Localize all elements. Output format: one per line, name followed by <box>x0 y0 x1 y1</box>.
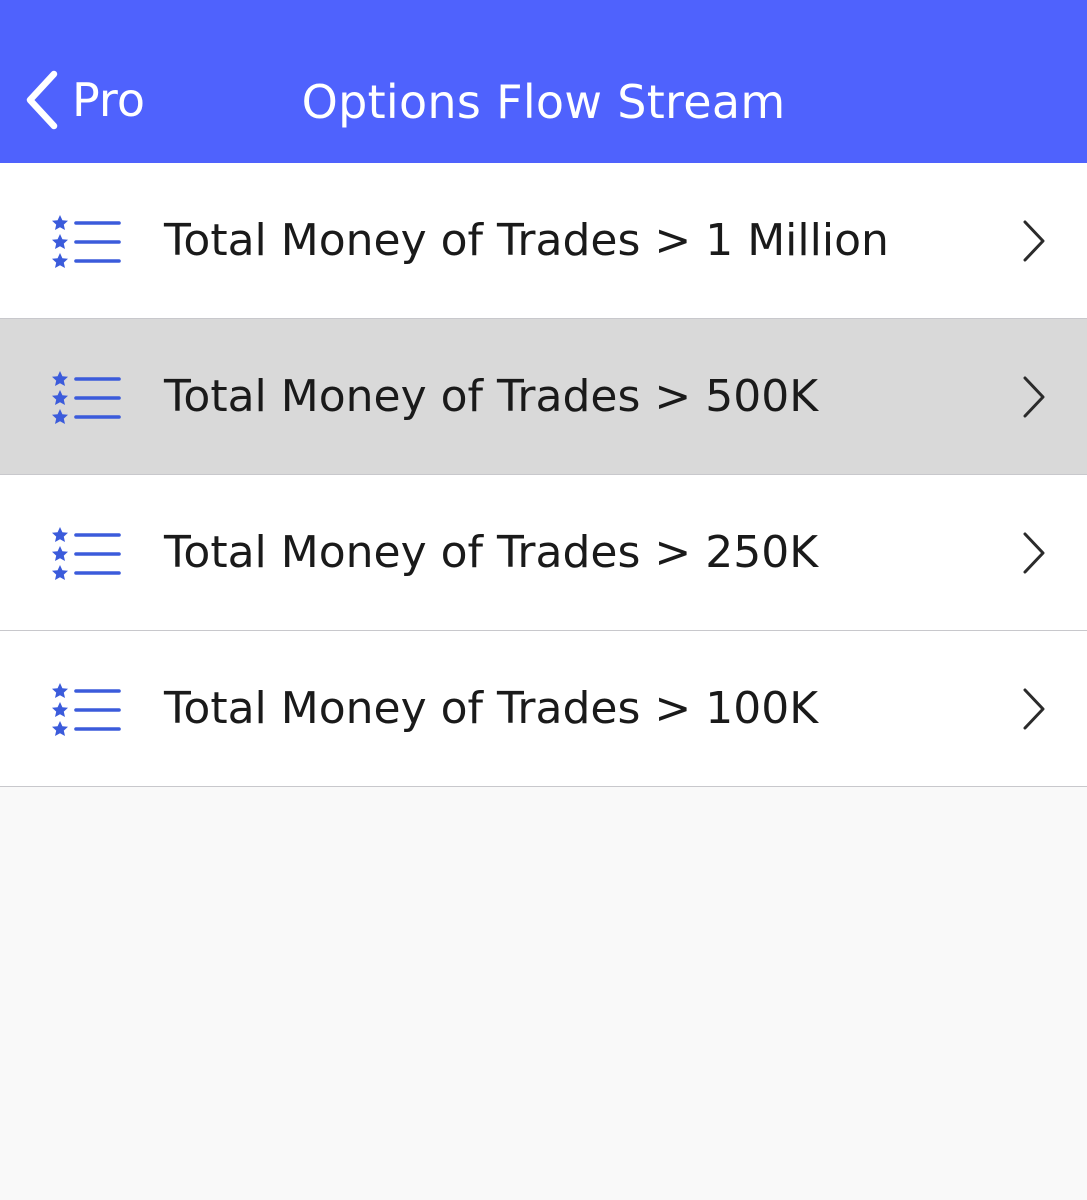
list-item-500k[interactable]: Total Money of Trades > 500K <box>0 319 1087 475</box>
starred-list-icon <box>50 681 122 737</box>
list-item-100k[interactable]: Total Money of Trades > 100K <box>0 631 1087 787</box>
starred-list-icon <box>50 525 122 581</box>
list-item-250k[interactable]: Total Money of Trades > 250K <box>0 475 1087 631</box>
starred-list-icon <box>50 369 122 425</box>
chevron-right-icon <box>1021 375 1047 419</box>
filter-list: Total Money of Trades > 1 Million Total … <box>0 163 1087 787</box>
chevron-right-icon <box>1021 687 1047 731</box>
list-item-label: Total Money of Trades > 500K <box>164 371 819 422</box>
navigation-bar: Pro Options Flow Stream <box>0 0 1087 163</box>
list-item-label: Total Money of Trades > 250K <box>164 527 819 578</box>
page-title: Options Flow Stream <box>301 75 786 129</box>
list-item-label: Total Money of Trades > 100K <box>164 683 819 734</box>
list-item-1-million[interactable]: Total Money of Trades > 1 Million <box>0 163 1087 319</box>
chevron-right-icon <box>1021 219 1047 263</box>
chevron-right-icon <box>1021 531 1047 575</box>
list-item-label: Total Money of Trades > 1 Million <box>164 215 889 266</box>
starred-list-icon <box>50 213 122 269</box>
